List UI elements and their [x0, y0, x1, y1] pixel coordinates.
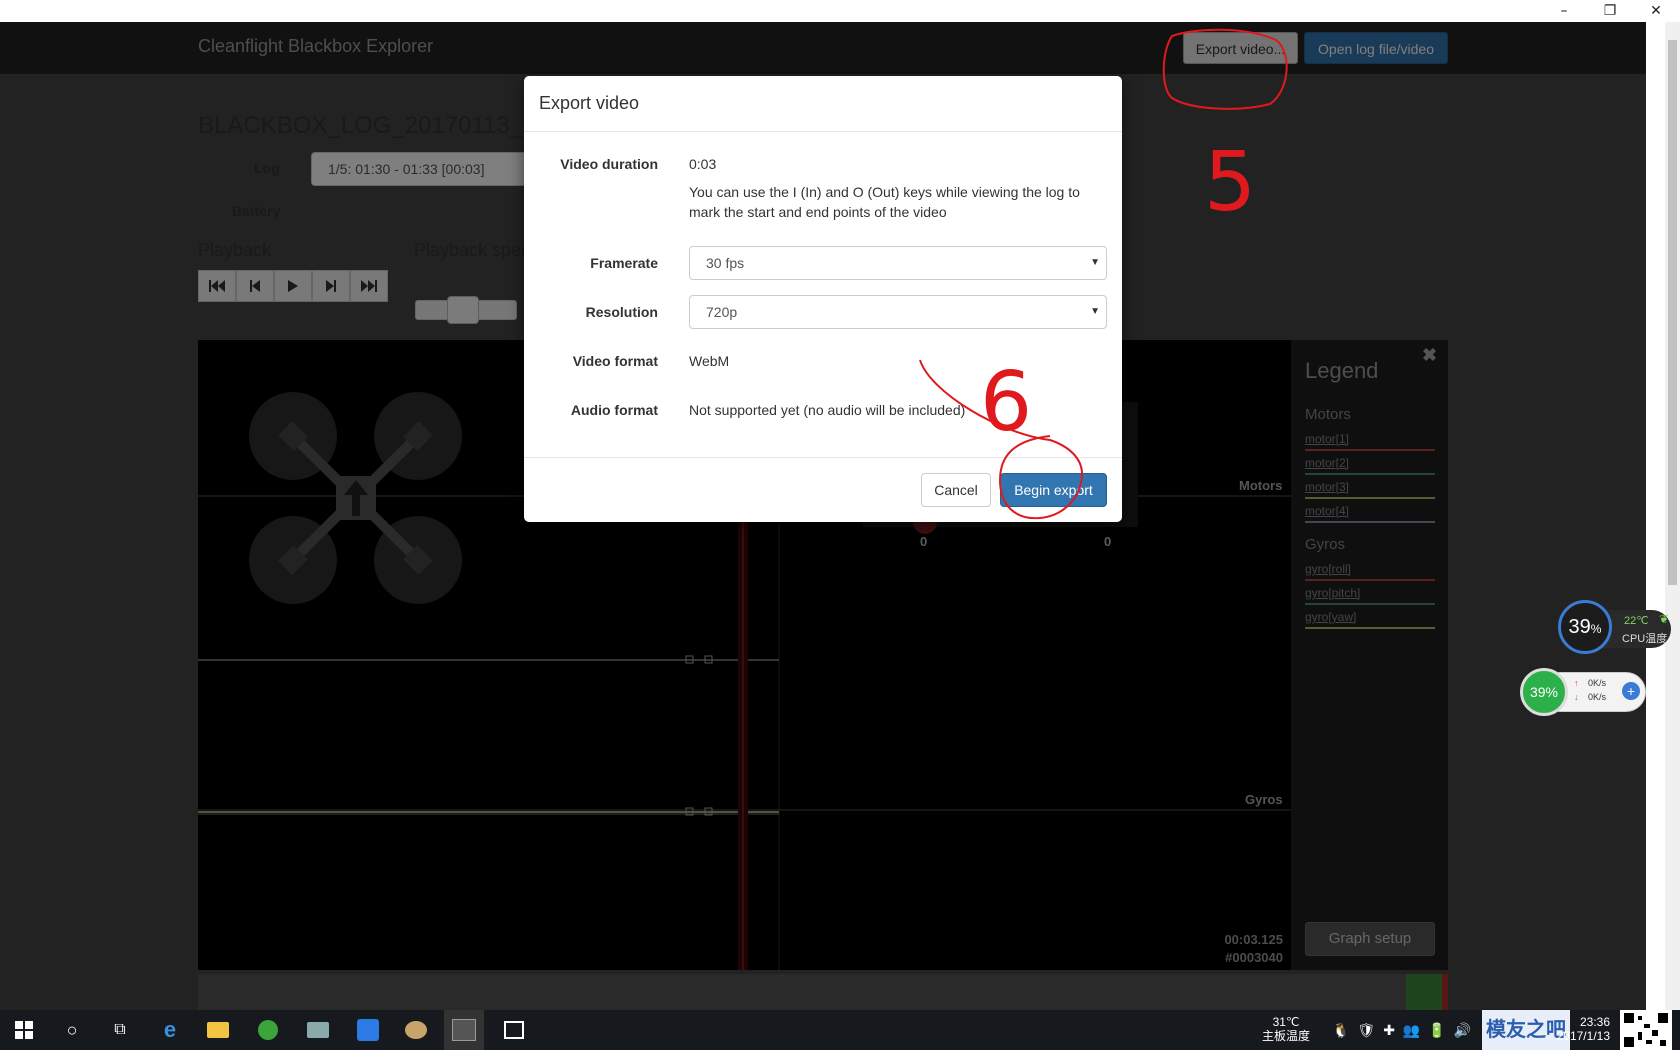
- qr-code: [1620, 1010, 1672, 1050]
- video-format-label: Video format: [572, 353, 658, 369]
- audio-format-value: Not supported yet (no audio will be incl…: [689, 402, 966, 418]
- taskbar: ○ ⧉ e 31℃ 主板温度 🐧🛡✚👥🔋🔊 模友之吧 23:36 2017/1/…: [0, 1010, 1680, 1050]
- task-view-icon: ⧉: [114, 1021, 126, 1038]
- download-speed: 0K/s: [1588, 692, 1607, 702]
- upload-arrow-icon: ↑: [1574, 678, 1579, 688]
- tray-icons[interactable]: 🐧🛡✚👥🔋🔊: [1332, 1022, 1479, 1062]
- taskbar-explorer[interactable]: [198, 1010, 238, 1050]
- begin-export-button[interactable]: Begin export: [1000, 473, 1107, 507]
- windows-logo-icon: [15, 1021, 33, 1039]
- qr-code-icon: [1624, 1013, 1668, 1047]
- duration-value: 0:03: [689, 156, 717, 172]
- weather-label: 主板温度: [1262, 1029, 1311, 1043]
- plus-icon[interactable]: +: [1622, 682, 1640, 700]
- photos-icon: [504, 1021, 524, 1039]
- cpu-monitor-widget[interactable]: 39% 22℃ ❦ CPU温度: [1558, 600, 1675, 656]
- cpu-usage-gauge: 39%: [1558, 600, 1612, 654]
- weather-temp: 31℃: [1272, 1015, 1300, 1029]
- edge-browser-icon: e: [163, 1017, 177, 1042]
- folder-icon: [207, 1022, 229, 1038]
- upload-speed: 0K/s: [1588, 678, 1607, 688]
- download-arrow-icon: ↓: [1574, 692, 1579, 702]
- taskbar-edge[interactable]: e: [150, 1010, 190, 1050]
- taskbar-app-blackbox[interactable]: [444, 1010, 484, 1050]
- taskbar-app-green[interactable]: [248, 1010, 288, 1050]
- resolution-label: Resolution: [585, 304, 658, 320]
- leaf-icon: ❦: [1659, 612, 1670, 626]
- close-window-button[interactable]: ✕: [1633, 0, 1679, 22]
- search-button[interactable]: ○: [52, 1010, 92, 1050]
- taskbar-app-blue[interactable]: [348, 1010, 388, 1050]
- duration-label: Video duration: [560, 156, 658, 172]
- page-scrollbar-thumb[interactable]: [1668, 40, 1677, 585]
- app-page: Cleanflight Blackbox Explorer Export vid…: [0, 22, 1646, 1010]
- chevron-down-icon: ▼: [1090, 306, 1100, 317]
- duration-hint: You can use the I (In) and O (Out) keys …: [689, 184, 1080, 220]
- dialog-footer-divider: [524, 457, 1122, 458]
- paint-palette-icon: [405, 1021, 427, 1039]
- framerate-select[interactable]: 30 fps ▼: [689, 246, 1107, 280]
- resolution-value: 720p: [706, 304, 738, 320]
- taskbar-app-paint[interactable]: [396, 1010, 436, 1050]
- taskbar-app-photos[interactable]: [494, 1010, 534, 1050]
- clock[interactable]: 23:36 2017/1/13: [1557, 1015, 1610, 1055]
- minimize-button[interactable]: –: [1541, 0, 1587, 22]
- task-view-button[interactable]: ⧉: [100, 1010, 140, 1050]
- framerate-value: 30 fps: [706, 255, 745, 271]
- dialog-title: Export video: [539, 93, 640, 113]
- memory-usage-gauge: 39%: [1520, 668, 1568, 716]
- cpu-temp: 22℃: [1624, 615, 1649, 627]
- dialog-header-divider: [524, 131, 1122, 132]
- audio-format-label: Audio format: [570, 402, 658, 418]
- resolution-select[interactable]: 720p ▼: [689, 295, 1107, 329]
- weather-tray[interactable]: 31℃ 主板温度: [1262, 1015, 1310, 1055]
- cortana-circle-icon: ○: [66, 1019, 78, 1040]
- framerate-label: Framerate: [590, 255, 658, 271]
- taskbar-app-monitor[interactable]: [298, 1010, 338, 1050]
- memory-monitor-widget[interactable]: 39% ↑ ↓ 0K/s 0K/s +: [1520, 668, 1648, 716]
- restore-button[interactable]: ❐: [1587, 0, 1633, 22]
- monitor-app-icon: [307, 1022, 329, 1038]
- clock-date: 2017/1/13: [1556, 1029, 1610, 1043]
- green-app-icon: [258, 1020, 278, 1040]
- cpu-temp-label: CPU温度: [1622, 633, 1668, 645]
- export-video-dialog: Export video Video duration 0:03 You can…: [524, 76, 1122, 522]
- cancel-button[interactable]: Cancel: [921, 473, 991, 507]
- video-format-value: WebM: [689, 353, 730, 369]
- blackbox-app-icon: [452, 1019, 476, 1041]
- blue-app-icon: [357, 1019, 379, 1041]
- window-titlebar: – ❐ ✕: [0, 0, 1680, 22]
- clock-time: 23:36: [1579, 1015, 1610, 1029]
- start-button[interactable]: [4, 1010, 44, 1050]
- chevron-down-icon: ▼: [1090, 257, 1100, 268]
